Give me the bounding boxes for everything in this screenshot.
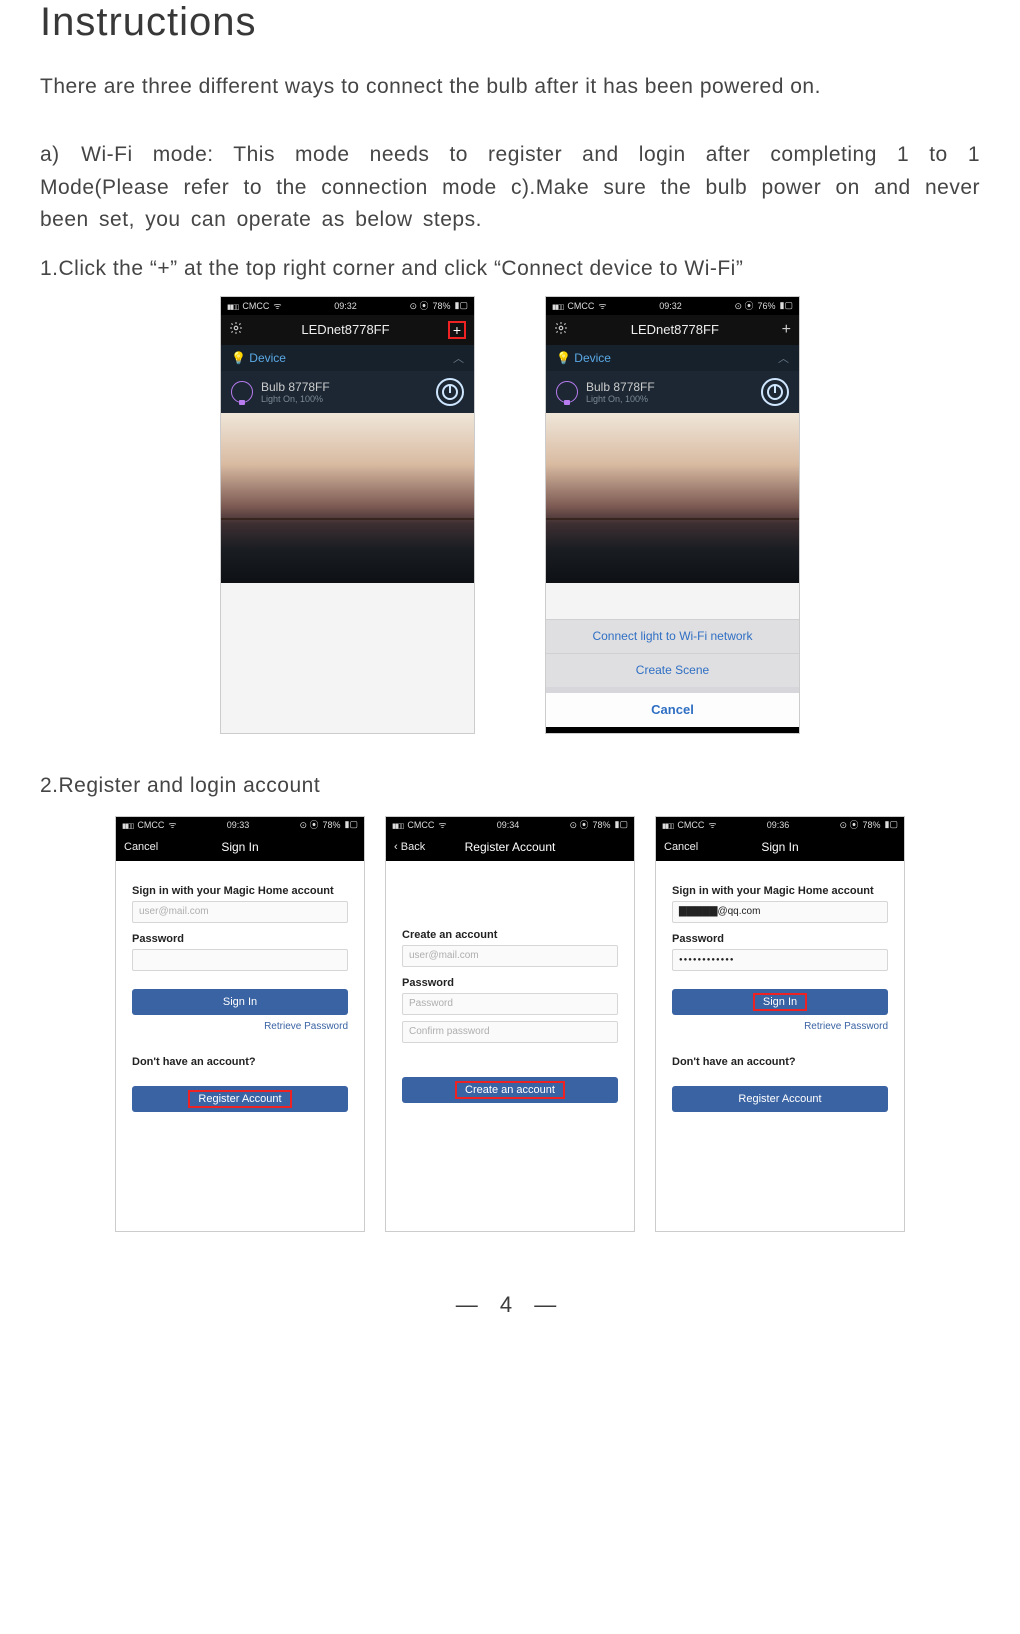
app-title: LEDnet8778FF [631,322,719,337]
paragraph-a: a) Wi-Fi mode: This mode needs to regist… [40,139,980,237]
bulb-icon [556,381,578,403]
register-account-button[interactable]: Register Account [132,1086,348,1112]
password-field[interactable] [132,949,348,971]
chevron-up-icon: ︿ [778,350,789,366]
back-button[interactable]: ‹ Back [394,841,425,853]
plus-icon[interactable]: + [782,321,791,339]
status-bar: CMCCᯤ 09:34 ⊙ ⦿78%▮▢ [386,817,634,833]
signin-label: Sign in with your Magic Home account [672,885,888,897]
device-section-header[interactable]: 💡 Device ︿ [221,345,474,371]
password-field[interactable]: ●●●●●●●●●●●● [672,949,888,971]
app-bar: LEDnet8778FF + [546,315,799,345]
retrieve-password-link[interactable]: Retrieve Password [132,1021,348,1032]
password-label: Password [672,933,888,945]
no-account-text: Don't have an account? [672,1056,888,1068]
background-image [221,413,474,583]
confirm-password-field[interactable]: Confirm password [402,1021,618,1043]
chevron-up-icon: ︿ [453,350,464,366]
action-sheet: Connect light to Wi-Fi network Create Sc… [546,619,799,687]
bulb-list-item[interactable]: Bulb 8778FF Light On, 100% [221,371,474,413]
status-bar: CMCCᯤ 09:33 ⊙ ⦿78%▮▢ [116,817,364,833]
screenshot-phone-a: CMCCᯤ 09:32 ⊙ ⦿78%▮▢ LEDnet8778FF + 💡 De… [220,296,475,734]
bulb-icon [231,381,253,403]
device-section-header[interactable]: 💡 Device ︿ [546,345,799,371]
power-icon[interactable] [436,378,464,406]
nav-bar: Cancel Sign In [116,833,364,861]
retrieve-password-link[interactable]: Retrieve Password [672,1021,888,1032]
page-number: — 4 — [40,1292,980,1318]
app-title: LEDnet8778FF [301,322,389,337]
signin-button[interactable]: Sign In [132,989,348,1015]
password-label: Password [402,977,618,989]
email-field[interactable]: user@mail.com [402,945,618,967]
register-account-button[interactable]: Register Account [672,1086,888,1112]
nav-bar: Cancel Sign In [656,833,904,861]
cancel-button[interactable]: Cancel [124,841,158,853]
app-bar: LEDnet8778FF + [221,315,474,345]
create-scene-option[interactable]: Create Scene [546,653,799,687]
create-account-label: Create an account [402,929,618,941]
password-field[interactable]: Password [402,993,618,1015]
email-field[interactable]: ▇▇▇▇▇@qq.com [672,901,888,923]
email-field[interactable]: user@mail.com [132,901,348,923]
screenshot-signin-empty: CMCCᯤ 09:33 ⊙ ⦿78%▮▢ Cancel Sign In Sign… [115,816,365,1232]
password-label: Password [132,933,348,945]
screenshot-signin-filled: CMCCᯤ 09:36 ⊙ ⦿78%▮▢ Cancel Sign In Sign… [655,816,905,1232]
cancel-button[interactable]: Cancel [546,693,799,727]
signin-button[interactable]: Sign In [672,989,888,1015]
create-account-button[interactable]: Create an account [402,1077,618,1103]
cancel-button[interactable]: Cancel [664,841,698,853]
bulb-list-item[interactable]: Bulb 8778FF Light On, 100% [546,371,799,413]
page-title: Instructions [40,0,980,45]
signin-label: Sign in with your Magic Home account [132,885,348,897]
status-bar: CMCCᯤ 09:32 ⊙ ⦿78%▮▢ [221,297,474,315]
nav-title: Sign In [761,840,798,854]
nav-title: Sign In [221,840,258,854]
no-account-text: Don't have an account? [132,1056,348,1068]
step-1-text: 1.Click the “+” at the top right corner … [40,257,980,281]
nav-title: Register Account [465,840,556,854]
status-bar: CMCCᯤ 09:36 ⊙ ⦿78%▮▢ [656,817,904,833]
nav-bar: ‹ Back Register Account [386,833,634,861]
gear-icon[interactable] [229,321,243,338]
connect-wifi-option[interactable]: Connect light to Wi-Fi network [546,619,799,653]
background-image [546,413,799,583]
screenshot-register: CMCCᯤ 09:34 ⊙ ⦿78%▮▢ ‹ Back Register Acc… [385,816,635,1232]
plus-icon[interactable]: + [448,321,466,339]
screenshot-phone-b: CMCCᯤ 09:32 ⊙ ⦿76%▮▢ LEDnet8778FF + 💡 De… [545,296,800,734]
intro-text: There are three different ways to connec… [40,75,980,99]
power-icon[interactable] [761,378,789,406]
step-2-text: 2.Register and login account [40,774,980,798]
status-bar: CMCCᯤ 09:32 ⊙ ⦿76%▮▢ [546,297,799,315]
gear-icon[interactable] [554,321,568,338]
